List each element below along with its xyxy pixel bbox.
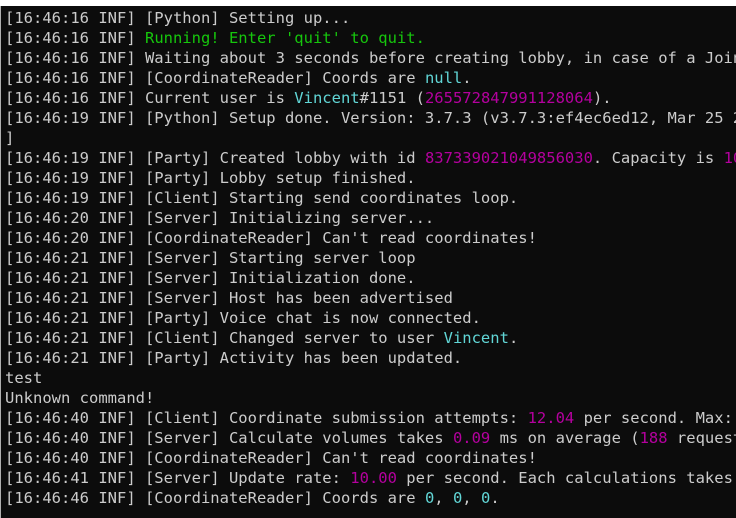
console-text-segment: [16:46:20 INF] [CoordinateReader] Can't …: [5, 229, 537, 247]
console-line: ]: [5, 128, 736, 148]
console-text-segment: 10.00: [350, 469, 397, 487]
console-text-segment: [16:46:20 INF] [Server] Initializing ser…: [5, 209, 435, 227]
console-text-segment: requests o: [676, 429, 736, 447]
console-text-segment: [16:46:40 INF] [Client] Coordinate submi…: [5, 409, 528, 427]
console-text-segment: 0: [424, 489, 435, 507]
console-text-segment: #1151 (: [359, 89, 425, 107]
console-text-segment: ,: [462, 489, 481, 507]
console-line: [16:46:20 INF] [CoordinateReader] Can't …: [5, 228, 736, 248]
console-line: [16:46:21 INF] [Server] Host has been ad…: [5, 288, 736, 308]
console-text-segment: [16:46:40 INF] [Server] Calculate volume…: [5, 429, 453, 447]
console-text-segment: 10: [723, 149, 736, 167]
console-text-segment: 12.04: [527, 409, 575, 427]
console-text-segment: [16:46:16 INF] Waiting about 3 seconds b…: [5, 49, 736, 67]
console-text-segment: per second. Max:: [574, 409, 736, 427]
console-line: [16:46:21 INF] [Server] Initialization d…: [5, 268, 736, 288]
console-text-segment: .: [490, 489, 500, 507]
console-line: [16:46:19 INF] [Client] Starting send co…: [5, 188, 736, 208]
console-text-segment: test: [5, 369, 43, 387]
console-line: [16:46:21 INF] [Client] Changed server t…: [5, 328, 736, 348]
console-line: [16:46:21 INF] [Server] Starting server …: [5, 248, 736, 268]
console-line: [16:46:41 INF] [Server] Update rate: 10.…: [5, 468, 736, 488]
console-text-segment: [16:46:19 INF] [Party] Lobby setup finis…: [5, 169, 416, 187]
console-text-segment: [16:46:19 INF] [Client] Starting send co…: [5, 189, 519, 207]
console-text-segment: ).: [592, 89, 612, 107]
console-text-segment: [16:46:21 INF] [Party] Activity has been…: [5, 349, 463, 367]
console-text-segment: [16:46:46 INF] [CoordinateReader] Coords…: [5, 489, 425, 507]
console-line: Unknown command!: [5, 388, 736, 408]
console-text-segment: . Capacity is: [592, 149, 724, 167]
console-text-segment: Running! Enter 'quit' to quit.: [144, 29, 425, 47]
console-text-segment: 0: [480, 489, 491, 507]
console-line: test: [5, 368, 736, 388]
console-line: [16:46:16 INF] Waiting about 3 seconds b…: [5, 48, 736, 68]
console-text-segment: [16:46:40 INF] [CoordinateReader] Can't …: [5, 449, 537, 467]
console-text-segment: .: [462, 69, 472, 87]
console-text-segment: [16:46:19 INF] [Python] Setup done. Vers…: [5, 109, 736, 127]
console-text-segment: [16:46:16 INF] [CoordinateReader] Coords…: [5, 69, 425, 87]
console-text-segment: per second. Each calculations takes: [396, 469, 736, 487]
console-line: [16:46:46 INF] [CoordinateReader] Coords…: [5, 488, 736, 508]
console-text-segment: [16:46:21 INF] [Server] Starting server …: [5, 249, 416, 267]
console-text-segment: [16:46:21 INF] [Client] Changed server t…: [5, 329, 444, 347]
console-text-segment: ,: [434, 489, 453, 507]
console-line: [16:46:16 INF] Running! Enter 'quit' to …: [5, 28, 736, 48]
console-text-segment: [16:46:16 INF] Current user is: [5, 89, 295, 107]
console-text-segment: 0.09: [452, 429, 491, 447]
console-text-segment: Unknown command!: [5, 389, 155, 407]
console-text-segment: [16:46:16 INF]: [5, 29, 145, 47]
console-text-segment: Vincent: [294, 89, 360, 107]
console-line: [16:46:40 INF] [Server] Calculate volume…: [5, 428, 736, 448]
console-line: [16:46:20 INF] [Server] Initializing ser…: [5, 208, 736, 228]
console-line: [16:46:40 INF] [CoordinateReader] Can't …: [5, 448, 736, 468]
console-text-segment: [16:46:19 INF] [Party] Created lobby wit…: [5, 149, 425, 167]
console-text-segment: [16:46:21 INF] [Server] Initialization d…: [5, 269, 416, 287]
console-text-segment: [16:46:21 INF] [Server] Host has been ad…: [5, 289, 453, 307]
console-line: [16:46:16 INF] [CoordinateReader] Coords…: [5, 68, 736, 88]
console-line: [16:46:21 INF] [Party] Activity has been…: [5, 348, 736, 368]
console-window[interactable]: [16:46:16 INF] [Python] Setting up... [16…: [0, 6, 736, 518]
console-text-segment: 837339021049856030: [424, 149, 593, 167]
console-line: [16:46:19 INF] [Party] Created lobby wit…: [5, 148, 736, 168]
console-text-segment: ms on average (: [490, 429, 640, 447]
console-text-segment: [16:46:41 INF] [Server] Update rate:: [5, 469, 351, 487]
console-text-segment: Vincent: [443, 329, 509, 347]
console-line: [16:46:19 INF] [Party] Lobby setup finis…: [5, 168, 736, 188]
console-output[interactable]: [16:46:16 INF] [Python] Setting up... [16…: [5, 8, 736, 508]
console-text-segment: [16:46:21 INF] [Party] Voice chat is now…: [5, 309, 481, 327]
console-text-segment: .: [508, 329, 519, 347]
console-text-segment: 265572847991128064: [424, 89, 593, 107]
console-text-segment: ]: [5, 129, 15, 147]
console-line: [16:46:21 INF] [Party] Voice chat is now…: [5, 308, 736, 328]
console-line: [16:46:40 INF] [Client] Coordinate submi…: [5, 408, 736, 428]
console-text-segment: null: [424, 69, 463, 87]
console-text-segment: [16:46:16 INF] [Python] Setting up...: [5, 9, 351, 27]
console-line: [16:46:19 INF] [Python] Setup done. Vers…: [5, 108, 736, 128]
console-line: [16:46:16 INF] Current user is Vincent#1…: [5, 88, 736, 108]
console-text-segment: 188: [639, 429, 668, 447]
console-text-segment: 0: [452, 489, 463, 507]
console-line: [16:46:16 INF] [Python] Setting up...: [5, 8, 736, 28]
